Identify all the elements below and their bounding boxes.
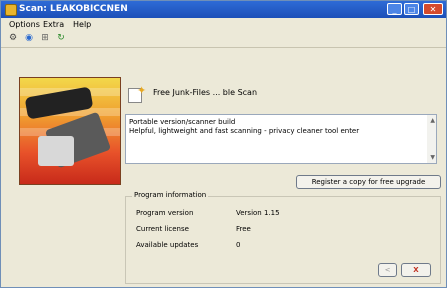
menu-help[interactable]: Help (73, 20, 91, 29)
info-label: Current license (136, 225, 189, 233)
info-value: 0 (236, 241, 241, 249)
toolbar: ⚙ ◉ ⊞ ↻ (1, 31, 446, 48)
description-scrollbar[interactable]: ▲ ▼ (427, 115, 436, 163)
refresh-icon[interactable]: ↻ (55, 33, 67, 44)
maximize-button[interactable]: □ (404, 3, 419, 15)
close-button[interactable]: ✕ (423, 3, 443, 15)
scroll-down-icon[interactable]: ▼ (430, 153, 435, 162)
network-icon[interactable]: ⊞ (39, 33, 51, 44)
info-value: Free (236, 225, 251, 233)
banner-heading: Free Junk-Files ... ble Scan (153, 88, 258, 97)
menu-bar: Options Extra Help (1, 18, 446, 31)
window-title: Scan: LEAKOBICCNEN (19, 4, 128, 14)
scroll-up-icon[interactable]: ▲ (430, 116, 435, 125)
minimize-button[interactable]: _ (387, 3, 402, 15)
register-button[interactable]: Register a copy for free upgrade (296, 175, 441, 189)
info-group-title: Program information (132, 191, 209, 199)
description-box[interactable]: Portable version/scanner build Helpful, … (125, 114, 437, 164)
exit-button[interactable]: X (401, 263, 431, 277)
scan-icon[interactable]: ◉ (23, 33, 35, 44)
product-image (19, 77, 121, 185)
title-bar[interactable]: Scan: LEAKOBICCNEN _ □ ✕ (1, 1, 446, 18)
info-value: Version 1.15 (236, 209, 280, 217)
settings-icon[interactable]: ⚙ (7, 33, 19, 44)
info-label: Program version (136, 209, 194, 217)
menu-extra[interactable]: Extra (43, 20, 64, 29)
description-text: Portable version/scanner build Helpful, … (129, 118, 360, 135)
info-label: Available updates (136, 241, 199, 249)
menu-options[interactable]: Options (9, 20, 40, 29)
app-window: Scan: LEAKOBICCNEN _ □ ✕ Options Extra H… (0, 0, 447, 288)
back-button[interactable]: < (378, 263, 397, 277)
app-icon (5, 4, 17, 16)
new-item-icon: ✦ (128, 85, 146, 103)
